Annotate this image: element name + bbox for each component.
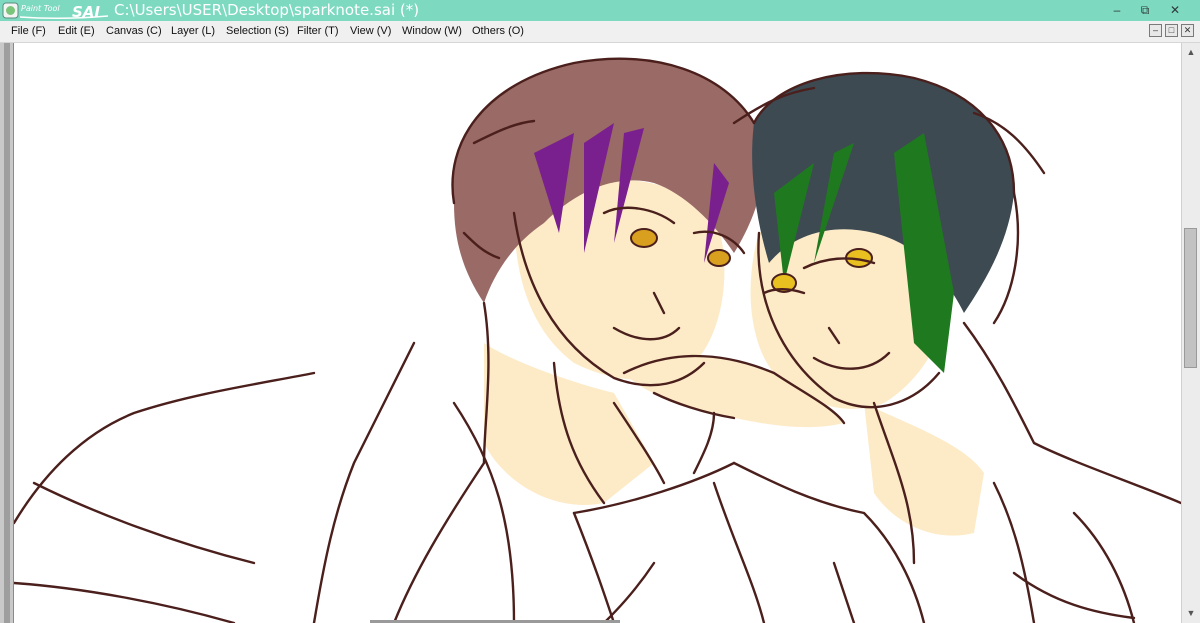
canvas-left-edge [0,43,14,623]
left-character-eye-1 [630,228,658,248]
restore-icon: ⧉ [1140,2,1150,17]
close-icon: ✕ [1169,3,1181,17]
menu-view[interactable]: View (V) [350,21,391,42]
minimize-icon: – [1113,3,1121,17]
canvas-minimize-button[interactable]: – [1149,24,1162,37]
canvas-minimize-icon: – [1152,25,1158,35]
logo-large-text: SAI [72,3,100,20]
canvas-close-button[interactable]: ✕ [1181,24,1194,37]
menu-others[interactable]: Others (O) [472,21,524,42]
canvas-close-icon: ✕ [1183,25,1192,35]
scroll-down-icon[interactable]: ▼ [1183,605,1199,621]
menu-bar: File (F) Edit (E) Canvas (C) Layer (L) S… [0,21,1200,43]
scroll-up-icon[interactable]: ▲ [1183,44,1199,60]
canvas-restore-button[interactable]: □ [1165,24,1178,37]
title-bar[interactable]: Paint Tool SAI C:\Users\USER\Desktop\spa… [0,0,1200,21]
menu-edit[interactable]: Edit (E) [58,21,95,42]
drawing-canvas[interactable] [14,43,1181,623]
artwork-drawing [14,57,1181,623]
restore-button[interactable]: ⧉ [1136,2,1154,18]
menu-selection[interactable]: Selection (S) [226,21,289,42]
left-character-eye-2 [707,249,731,267]
minimize-button[interactable]: – [1108,2,1126,18]
paint-tool-sai-window: Paint Tool SAI C:\Users\USER\Desktop\spa… [0,0,1200,623]
menu-file[interactable]: File (F) [11,21,46,42]
close-button[interactable]: ✕ [1166,2,1184,18]
logo-small-text: Paint Tool [21,4,60,13]
menu-canvas[interactable]: Canvas (C) [106,21,162,42]
menu-window[interactable]: Window (W) [402,21,462,42]
canvas-restore-icon: □ [1168,25,1175,35]
menu-layer[interactable]: Layer (L) [171,21,215,42]
window-title: C:\Users\USER\Desktop\sparknote.sai (*) [114,1,420,19]
scroll-thumb[interactable] [1184,228,1197,368]
menu-filter[interactable]: Filter (T) [297,21,339,42]
sai-logo: Paint Tool SAI [2,2,109,20]
vertical-scrollbar[interactable]: ▲ ▼ [1181,43,1200,623]
